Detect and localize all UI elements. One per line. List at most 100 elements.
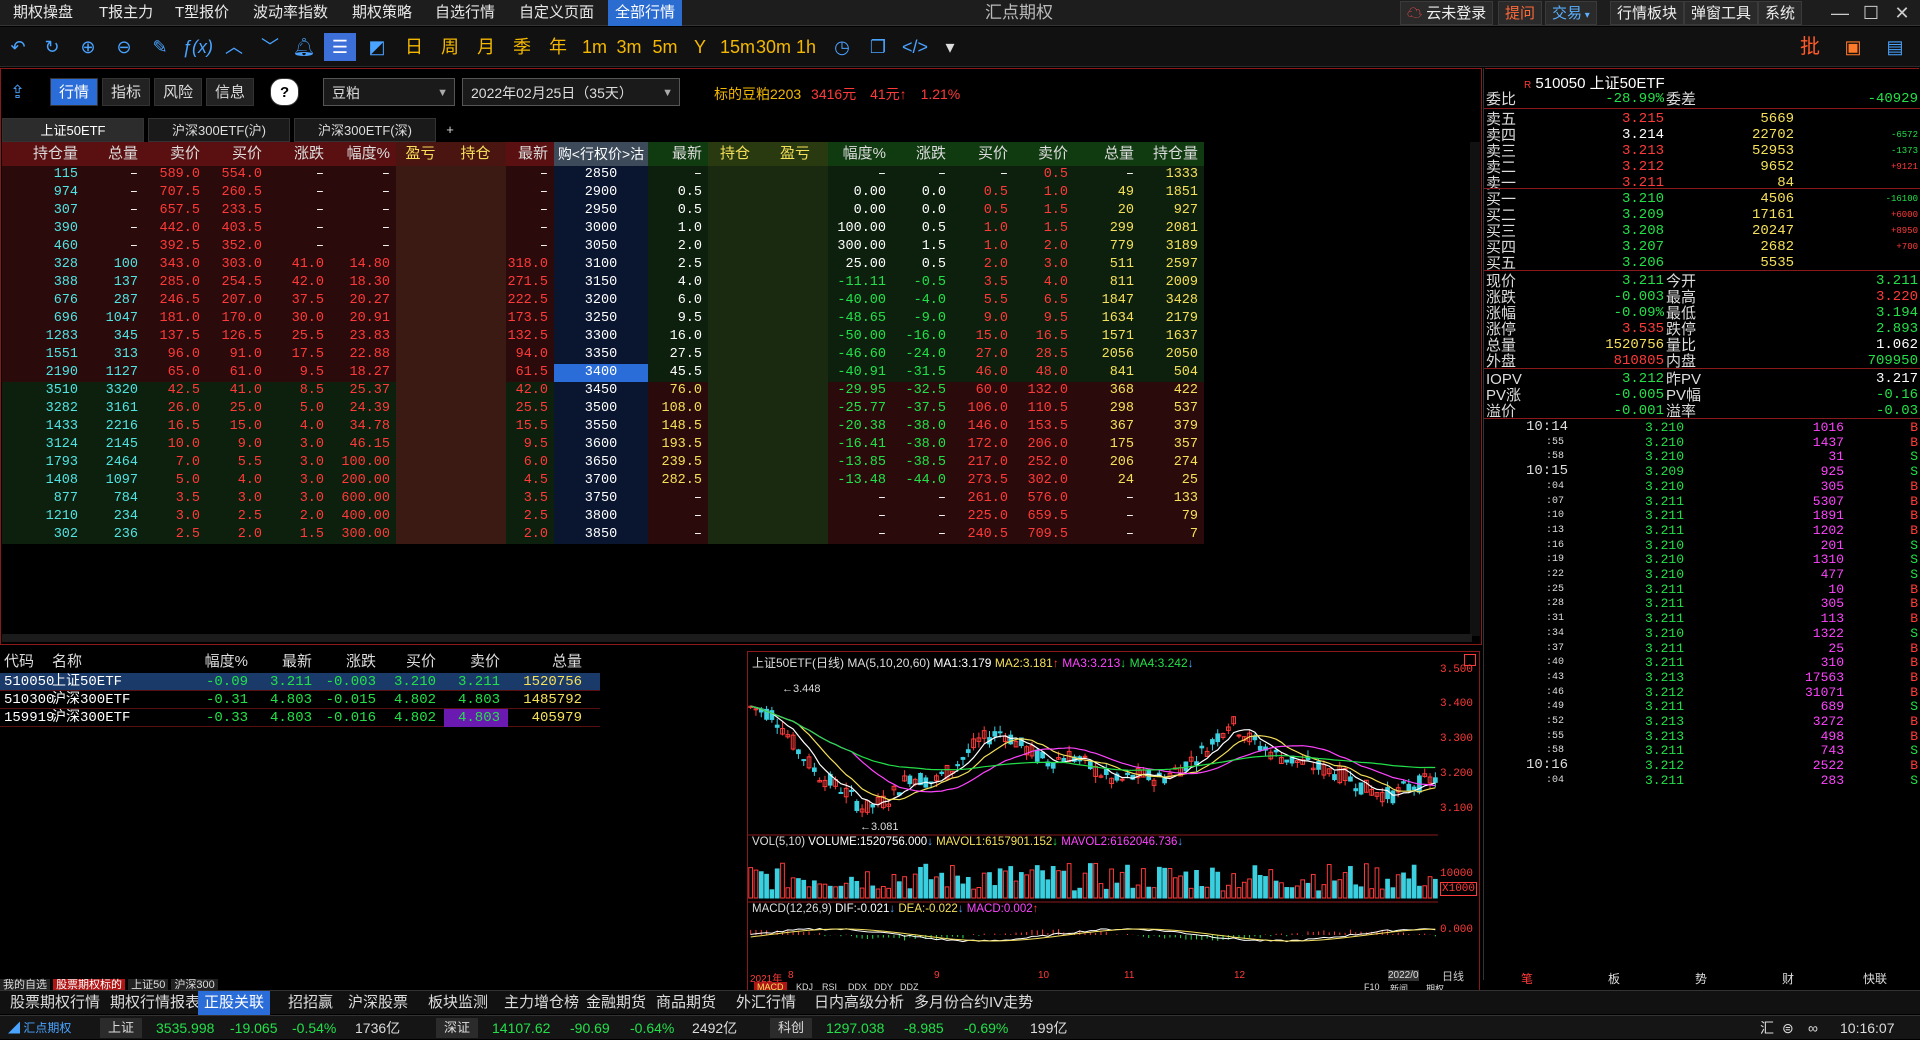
menu-volatility[interactable]: 波动率指数 [246,0,335,26]
tab-board[interactable]: 板 [1571,970,1657,987]
subtab-hs300-sh[interactable]: 沪深300ETF(沪) [148,118,290,142]
down-arrow-icon[interactable]: ﹀ [258,33,282,61]
help-icon[interactable]: ? [270,78,300,106]
strike-cell[interactable]: 2850 [554,166,648,184]
period-1m[interactable]: 1m [582,33,607,61]
board-button[interactable]: 行情板块 [1610,1,1685,25]
batch-button[interactable]: 批 [1795,33,1825,61]
minimize-icon[interactable]: — [1828,2,1852,24]
menu-custom-page[interactable]: 自定义页面 [512,0,601,26]
strike-cell[interactable]: 3650 [554,454,648,472]
list-header[interactable]: 幅度% [196,651,256,673]
refresh-icon[interactable]: ↻ [40,33,64,61]
strike-cell[interactable]: 3100 [554,256,648,274]
chart-view-icon[interactable]: ◩ [362,33,392,61]
bottom-tab[interactable]: 多月份合约IV走势 [908,991,1039,1015]
tab-quick-link[interactable]: 快联 [1832,970,1918,987]
add-tab-button[interactable]: + [440,118,460,142]
trade-button[interactable]: 交易 ▾ [1545,1,1597,25]
strike-cell[interactable]: 3250 [554,310,648,328]
period-custom[interactable]: Y [690,33,710,61]
kc-index-label[interactable]: 科创 [770,1018,813,1038]
period-day[interactable]: 日 [402,33,426,61]
expiry-select[interactable]: 2022年02月25日（35天） ▼ [462,78,680,106]
subtab-hs300-sz[interactable]: 沪深300ETF(深) [294,118,436,142]
menu-t-quote[interactable]: T型报价 [168,0,236,26]
list-header[interactable]: 涨跌 [320,651,384,673]
strike-cell[interactable]: 3850 [554,526,648,544]
strike-cell[interactable]: 3750 [554,490,648,508]
strike-cell[interactable]: 3150 [554,274,648,292]
formula-icon[interactable]: ƒ(x) [182,33,213,61]
bottom-tab[interactable]: 股票期权行情 [4,991,106,1015]
strike-cell[interactable]: 3200 [554,292,648,310]
list-header[interactable]: 名称 [48,651,196,673]
strike-cell[interactable]: 3350 [554,346,648,364]
draw-pen-icon[interactable]: ✎ [148,33,172,61]
menu-options-trade[interactable]: 期权操盘 [6,0,80,26]
tab-indicator[interactable]: 指标 [102,78,151,106]
strike-cell[interactable]: 3600 [554,436,648,454]
zoom-in-icon[interactable]: ⊕ [76,33,100,61]
tab-info[interactable]: 信息 [206,78,255,106]
bottom-tab[interactable]: 商品期货 [650,991,722,1015]
list-header[interactable]: 最新 [256,651,320,673]
menu-strategy[interactable]: 期权策略 [345,0,419,26]
period-30m[interactable]: 30m [756,33,791,61]
system-button[interactable]: 系统 [1758,1,1803,25]
tab-ticks[interactable]: 笔 [1484,970,1570,987]
list-header[interactable]: 代码 [0,651,48,673]
period-3m[interactable]: 3m [616,33,642,61]
up-arrow-icon[interactable]: ︿ [222,33,246,61]
period-week[interactable]: 周 [438,33,462,61]
bell-icon[interactable]: 🔔︎ [292,33,316,61]
strike-cell[interactable]: 3050 [554,238,648,256]
bottom-tab[interactable]: 主力增仓榜 [498,991,585,1015]
popup-tools-button[interactable]: 弹窗工具 [1684,1,1759,25]
tray-icon[interactable]: ▤ [1880,33,1910,61]
period-1h[interactable]: 1h [796,33,816,61]
menu-t-report[interactable]: T报主力 [92,0,160,26]
horizontal-scrollbar[interactable] [2,634,1472,642]
ask-button[interactable]: 提问 [1498,1,1543,25]
login-button[interactable]: ☁ 云未登录 [1400,1,1494,25]
variety-select[interactable]: 豆粕 ▼ [323,78,455,106]
period-year[interactable]: 年 [546,33,570,61]
bottom-tab[interactable]: 日内高级分析 [808,991,910,1015]
bottom-tab[interactable]: 金融期货 [580,991,652,1015]
undo-icon[interactable]: ↶ [6,33,30,61]
list-header[interactable]: 买价 [384,651,444,673]
subtab-sz50[interactable]: 上证50ETF [2,118,144,142]
strike-cell[interactable]: 3300 [554,328,648,346]
clock-icon[interactable]: ◷ [830,33,854,61]
zoom-out-icon[interactable]: ⊖ [112,33,136,61]
code-icon[interactable]: </> [900,33,930,61]
strike-cell[interactable]: 3800 [554,508,648,526]
maximize-icon[interactable]: ☐ [1859,2,1883,24]
strike-cell[interactable]: 3700 [554,472,648,490]
strike-cell[interactable]: 3450 [554,382,648,400]
strike-cell[interactable]: 3000 [554,220,648,238]
sh-index-label[interactable]: 上证 [100,1018,143,1038]
strike-cell[interactable]: 3550 [554,418,648,436]
window-icon[interactable]: ❐ [866,33,890,61]
bottom-tab[interactable]: 期权行情报表 [104,991,206,1015]
bottom-tab[interactable]: 沪深股票 [342,991,414,1015]
tab-finance[interactable]: 财 [1745,970,1831,987]
menu-all-quotes[interactable]: 全部行情 [608,0,683,26]
strike-cell[interactable]: 2950 [554,202,648,220]
tab-trend[interactable]: 势 [1658,970,1744,987]
more-dropdown-icon[interactable]: ▾ [940,33,960,61]
close-icon[interactable]: ✕ [1890,2,1914,24]
strike-cell[interactable]: 2900 [554,184,648,202]
period-5m[interactable]: 5m [652,33,678,61]
menu-watchlist[interactable]: 自选行情 [428,0,502,26]
strike-cell[interactable]: 3500 [554,400,648,418]
strike-cell[interactable]: 3400 [554,364,648,382]
tab-quote[interactable]: 行情 [50,78,99,106]
bottom-tab[interactable]: 招招赢 [282,991,339,1015]
export-icon[interactable]: ⇪ [10,82,25,103]
tab-risk[interactable]: 风险 [154,78,203,106]
list-header[interactable]: 卖价 [444,651,508,673]
bottom-tab[interactable]: 外汇行情 [730,991,802,1015]
